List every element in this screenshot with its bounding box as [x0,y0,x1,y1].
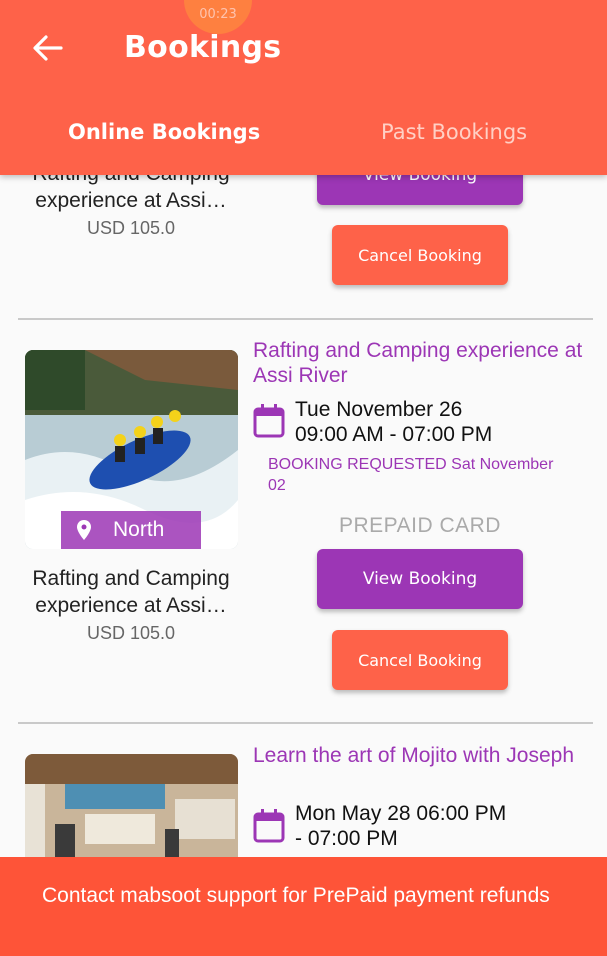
view-booking-button-2[interactable]: View Booking [317,549,523,609]
app-bar: Bookings Online Bookings Past Bookings [0,0,607,175]
booking-card-2-date: Tue November 26 09:00 AM - 07:00 PM [295,397,575,447]
snackbar-message: Contact mabsoot support for PrePaid paym… [42,884,550,907]
booking-card-3-title[interactable]: Learn the art of Mojito with Joseph [253,743,583,768]
card-divider [18,318,593,320]
booking-card-3-date-line2: - 07:00 PM [295,827,398,850]
calendar-icon [253,809,285,843]
booking-card-2-price: USD 105.0 [86,623,176,643]
booking-card-3-image[interactable] [25,754,238,857]
booking-card-3-date-line1: Mon May 28 06:00 PM [295,802,507,825]
snackbar: Contact mabsoot support for PrePaid paym… [0,857,607,956]
tab-past-bookings[interactable]: Past Bookings [381,120,527,144]
location-pin-icon [73,520,95,540]
cancel-booking-button-2[interactable]: Cancel Booking [332,630,508,690]
booking-card-1-price: USD 105.0 [86,218,176,238]
booking-card-2-info: Rafting and Camping experience at Assi… … [16,565,246,644]
calendar-icon [253,404,285,438]
tab-online-bookings[interactable]: Online Bookings [68,120,260,144]
back-button[interactable] [30,30,66,66]
arrow-left-icon [33,35,63,61]
restaurant-photo [25,754,238,857]
booking-card-2-payment-method: PREPAID CARD [339,514,501,537]
page-title: Bookings [124,30,282,65]
booking-card-2-name: Rafting and Camping experience at Assi… [32,567,230,617]
booking-card-3-date: Mon May 28 06:00 PM - 07:00 PM [295,801,575,851]
booking-card-2-date-line2: 09:00 AM - 07:00 PM [295,423,493,446]
booking-card-2-title[interactable]: Rafting and Camping experience at Assi R… [253,338,583,388]
location-badge: North [61,511,201,549]
booking-card-2-status: BOOKING REQUESTED Sat November 02 [268,456,554,494]
booking-card-2-image[interactable]: North [25,350,238,549]
card-divider [18,722,593,724]
location-label: North [113,518,165,541]
cancel-booking-button-1[interactable]: Cancel Booking [332,225,508,285]
booking-card-2-date-line1: Tue November 26 [295,398,463,421]
